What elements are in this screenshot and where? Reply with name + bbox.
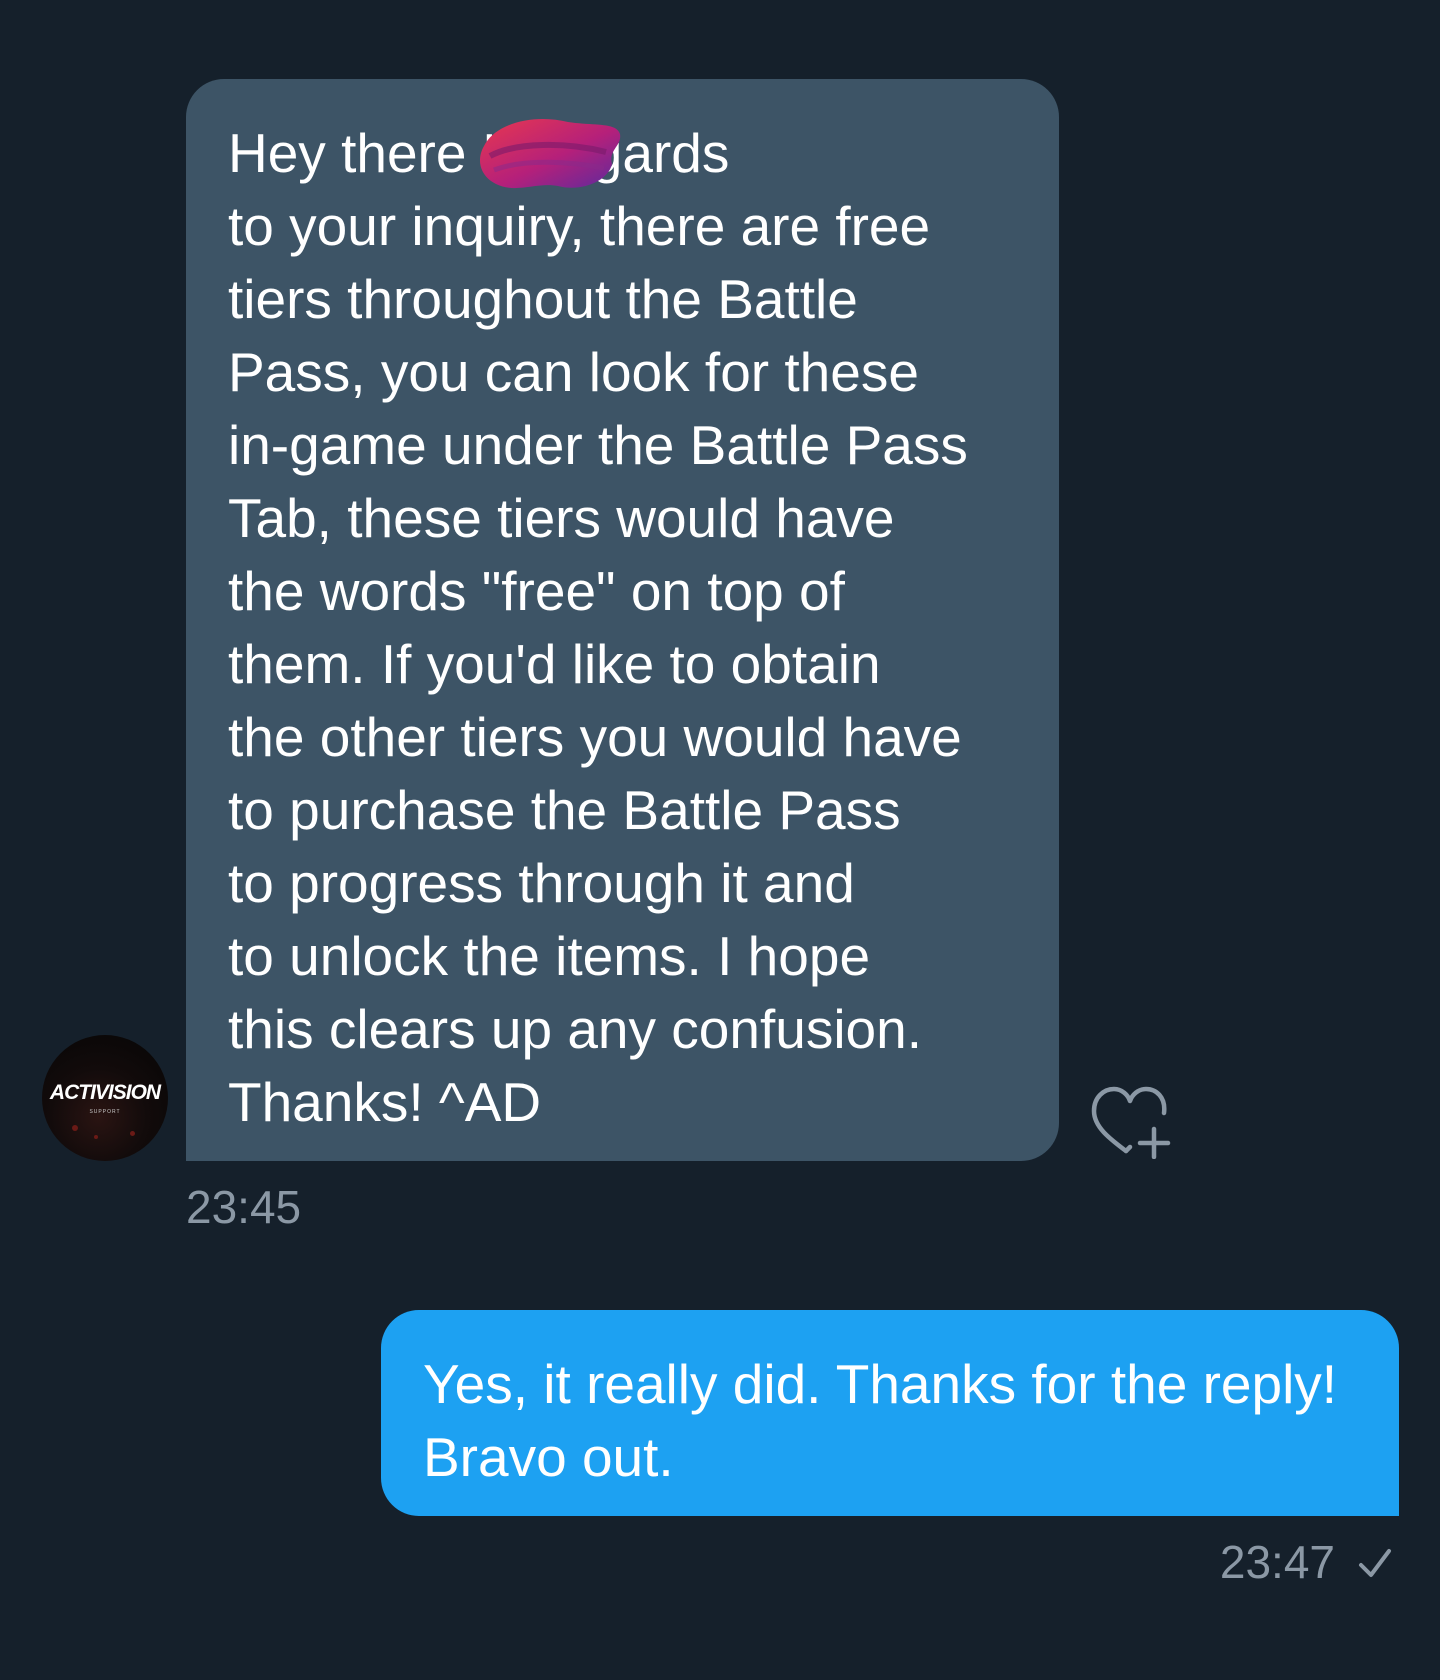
avatar-brand-logo: ACTIVISION	[49, 1081, 161, 1104]
sender-avatar[interactable]: ACTIVISION SUPPORT	[42, 1035, 168, 1161]
incoming-message-timestamp: 23:45	[186, 1181, 302, 1233]
incoming-message-bubble[interactable]: Hey there In regards to your inquiry, th…	[186, 79, 1059, 1161]
avatar-decoration	[130, 1131, 135, 1136]
outgoing-message-timestamp: 23:47	[1219, 1536, 1335, 1588]
incoming-message-text: Hey there In regards to your inquiry, th…	[228, 122, 968, 1133]
heart-plus-icon[interactable]	[1090, 1085, 1174, 1159]
conversation-thread: ACTIVISION SUPPORT Hey there In regards …	[0, 0, 1440, 1680]
avatar-decoration	[94, 1135, 98, 1139]
outgoing-message-text: Yes, it really did. Thanks for the reply…	[423, 1353, 1338, 1488]
outgoing-message-bubble[interactable]: Yes, it really did. Thanks for the reply…	[381, 1310, 1399, 1516]
avatar-decoration	[72, 1125, 78, 1131]
redaction-scribble	[480, 119, 621, 189]
checkmark-icon	[1359, 1549, 1391, 1577]
avatar-brand-sub: SUPPORT	[89, 1109, 121, 1115]
